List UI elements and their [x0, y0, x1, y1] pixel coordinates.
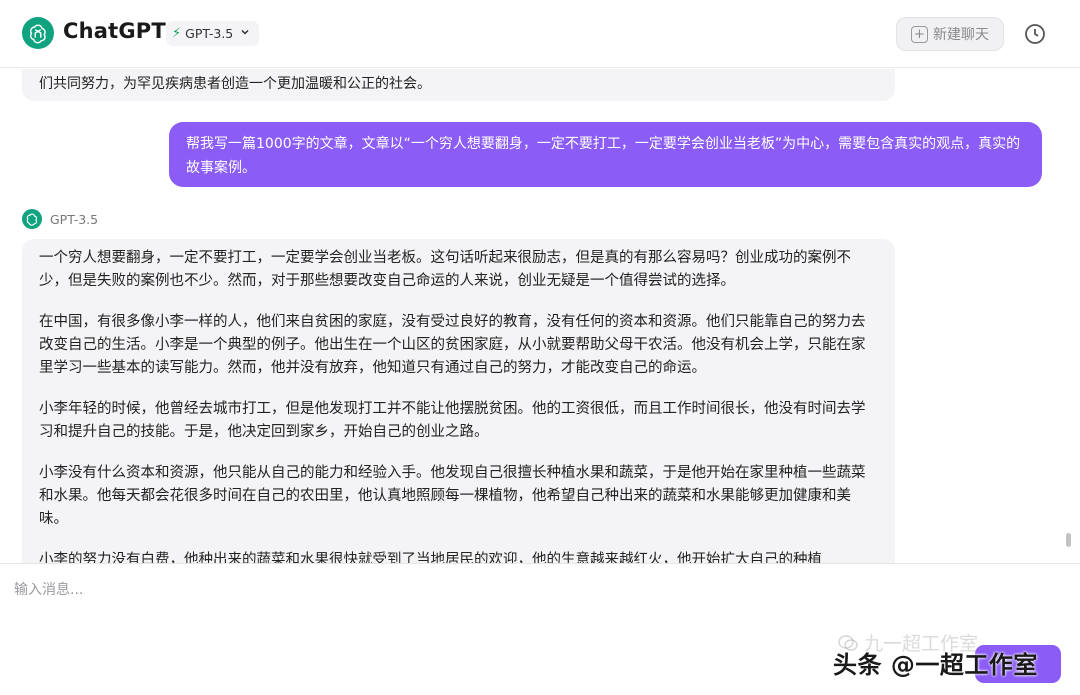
message-input[interactable] [14, 578, 914, 602]
top-bar: ChatGPT ⚡ GPT-3.5 + 新建聊天 [0, 0, 1080, 68]
plus-square-icon: + [911, 25, 928, 43]
assistant-message: 一个穷人想要翻身，一定不要打工，一定要学会创业当老板。这句话听起来很励志，但是真… [22, 239, 895, 563]
chevron-down-icon [240, 27, 250, 40]
bolt-icon: ⚡ [172, 26, 182, 41]
chat-scroll-area[interactable]: 们共同努力，为罕见疾病患者创造一个更加温暖和公正的社会。 帮我写一篇1000字的… [0, 69, 1080, 563]
assistant-paragraph: 在中国，有很多像小李一样的人，他们来自贫困的家庭，没有受过良好的教育，没有任何的… [39, 314, 866, 376]
assistant-paragraph: 一个穷人想要翻身，一定不要打工，一定要学会创业当老板。这句话听起来很励志，但是真… [39, 250, 851, 289]
assistant-paragraph: 小李没有什么资本和资源，他只能从自己的能力和经验入手。他发现自己很擅长种植水果和… [39, 465, 866, 527]
clock-icon[interactable] [1021, 20, 1049, 48]
assistant-paragraph: 小李的努力没有白费，他种出来的蔬菜和水果很快就受到了当地居民的欢迎，他的生意越来… [39, 552, 822, 563]
watermark: 头条 @一超工作室 [833, 651, 1038, 679]
assistant-paragraph: 小李年轻的时候，他曾经去城市打工，但是他发现打工并不能让他摆脱贫困。他的工资很低… [39, 401, 866, 440]
brand-name: ChatGPT [63, 19, 166, 43]
new-chat-label: 新建聊天 [933, 27, 989, 43]
user-message: 帮我写一篇1000字的文章，文章以“一个穷人想要翻身，一定不要打工，一定要学会创… [169, 122, 1042, 187]
previous-message-text: 们共同努力，为罕见疾病患者创造一个更加温暖和公正的社会。 [39, 76, 431, 92]
previous-assistant-message: 们共同努力，为罕见疾病患者创造一个更加温暖和公正的社会。 [22, 69, 895, 101]
openai-logo-icon [22, 17, 54, 49]
model-selector-label: GPT-3.5 [185, 26, 234, 41]
new-chat-button[interactable]: + 新建聊天 [896, 17, 1004, 51]
openai-logo-icon [22, 209, 42, 229]
scrollbar-thumb[interactable] [1066, 533, 1071, 547]
assistant-header: GPT-3.5 [22, 209, 98, 229]
model-selector[interactable]: ⚡ GPT-3.5 [166, 21, 260, 46]
assistant-model-label: GPT-3.5 [50, 211, 99, 227]
